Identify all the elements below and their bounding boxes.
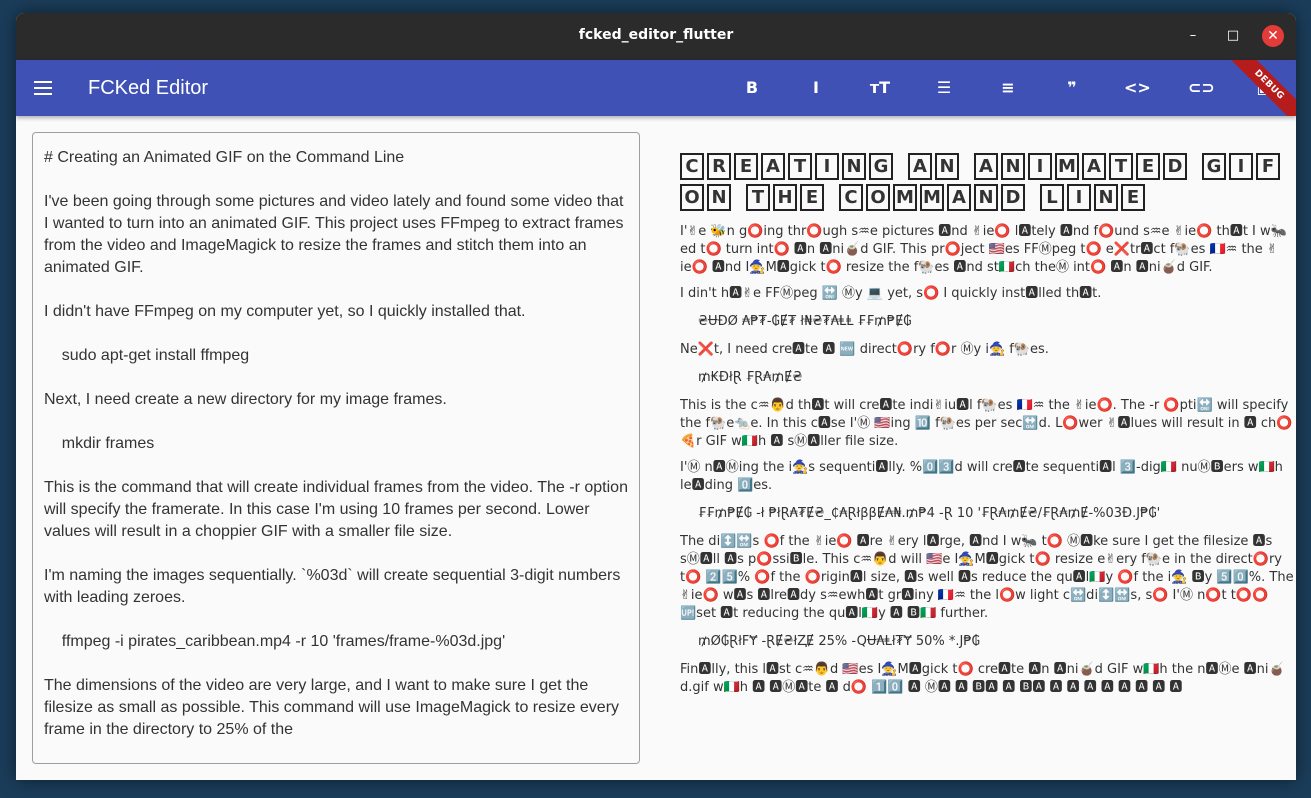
heading-letter-box: R: [707, 153, 731, 180]
preview-paragraph: The di↕️🔛s ⭕f the ✌i͏e⭕ 🅰re ✌ery l🅰rge, …: [680, 534, 1294, 621]
app-title: FCKed Editor: [88, 77, 209, 99]
preview-paragraph: This is the c♒👨d th🅰t will cre🅰te indi✌i…: [680, 398, 1293, 449]
code-icon[interactable]: <>: [1124, 76, 1151, 100]
heading-letter-box: N: [974, 184, 998, 211]
heading-letter-box: D: [1163, 153, 1187, 180]
heading-letter-box: M: [893, 184, 917, 211]
link-icon[interactable]: ⊂⊃: [1188, 76, 1215, 100]
window-titlebar[interactable]: fcked_editor_flutter – □ ✕: [16, 13, 1296, 60]
bulleted-list-icon[interactable]: ☰: [932, 76, 956, 100]
heading-letter-box: C: [680, 153, 704, 180]
preview-paragraph: I'Ⓜ n🅰Ⓜin͏g the i🧙s sequenti🅰lly. %0️⃣3️…: [680, 460, 1283, 493]
heading-letter-box: D: [1001, 184, 1025, 211]
heading-letter-box: T: [788, 153, 812, 180]
heading-letter-box: M: [1055, 153, 1079, 180]
preview-paragraph: Fin🅰lly, this l🅰st c♒👨d 🇺🇸es I🧙M🅰gick t⭕…: [680, 662, 1285, 695]
maximize-icon[interactable]: □: [1222, 25, 1244, 47]
heading-letter-box: A: [974, 153, 998, 180]
heading-letter-box: G: [869, 153, 893, 180]
heading-letter-box: E: [734, 153, 758, 180]
format-quote-icon[interactable]: ❞: [1060, 76, 1084, 100]
preview-paragraph: Ne❌t, I need cre🅰te 🅰 🆕 direct⭕ry f⭕r Ⓜy…: [680, 342, 1049, 357]
numbered-list-icon[interactable]: ≡: [996, 76, 1020, 100]
heading-word: ANIMATED: [974, 153, 1190, 180]
heading-letter-box: N: [1001, 153, 1025, 180]
heading-letter-box: G: [1202, 153, 1226, 180]
preview-code-block: ₣₣₥₱Ɇ₲ -ł ₱łⱤ₳₮Ɇ₴_₵₳ⱤłββɆ₳₦.₥₱4 -Ɽ 10 '₣…: [698, 506, 1161, 521]
close-icon[interactable]: ✕: [1262, 25, 1284, 47]
heading-letter-box: I: [1067, 184, 1091, 211]
heading-letter-box: N: [707, 184, 731, 211]
format-bold-icon[interactable]: B: [740, 76, 764, 100]
heading-letter-box: E: [1136, 153, 1160, 180]
minimize-icon[interactable]: –: [1182, 25, 1204, 47]
heading-letter-box: T: [746, 184, 770, 211]
app-bar: FCKed Editor BIтT☰≡❞<>⊂⊃▣ DEBUG: [16, 60, 1296, 116]
heading-letter-box: E: [800, 184, 824, 211]
heading-word: THE: [746, 184, 827, 211]
heading-letter-box: H: [773, 184, 797, 211]
heading-letter-box: N: [1094, 184, 1118, 211]
heading-letter-box: I: [1229, 153, 1253, 180]
preview-body: I'✌e 🐝n g⭕in͏g thr⭕ugh s♒e pictures 🅰nd …: [680, 223, 1296, 697]
preview-code-block: ₥₭ĐłⱤ ₣Ɽ₳₥Ɇ₴: [698, 370, 803, 385]
heading-letter-box: C: [839, 184, 863, 211]
heading-letter-box: L: [1040, 184, 1064, 211]
heading-letter-box: A: [908, 153, 932, 180]
preview-paragraph: I'✌e 🐝n g⭕in͏g thr⭕ugh s♒e pictures 🅰nd …: [680, 224, 1287, 275]
app-window: fcked_editor_flutter – □ ✕ FCKed Editor …: [16, 13, 1296, 780]
heading-letter-box: T: [1109, 153, 1133, 180]
heading-letter-box: A: [1082, 153, 1106, 180]
heading-word: CREATING: [680, 153, 896, 180]
preview-code-block: ₴ɄĐØ ₳₱₮-₲Ɇ₮ ł₦₴₮₳ⱠⱠ ₣₣₥₱Ɇ₲: [698, 314, 912, 329]
heading-word: COMMAND: [839, 184, 1028, 211]
menu-icon[interactable]: [34, 78, 54, 98]
markdown-preview: C R E A T I N G A N A N I M A T E D G I FO N T H E C O M M A N D L I N E I'…: [680, 149, 1296, 780]
preview-code-block: ₥Ø₲ⱤłFɎ -ⱤɆ₴łⱫɆ 25% -QɄ₳Ⱡł₮Ɏ 50% *.J₱₲: [698, 634, 980, 649]
heading-letter-box: O: [866, 184, 890, 211]
heading-letter-box: N: [842, 153, 866, 180]
debug-banner: DEBUG: [1223, 60, 1296, 116]
heading-letter-box: F: [1256, 153, 1280, 180]
heading-letter-box: I: [815, 153, 839, 180]
format-italic-icon[interactable]: I: [804, 76, 828, 100]
heading-word: LINE: [1040, 184, 1148, 211]
window-title: fcked_editor_flutter: [578, 27, 734, 43]
preview-heading: C R E A T I N G A N A N I M A T E D G I FO N T H E C O M M A N D L I N E: [680, 153, 1296, 215]
heading-word: AN: [908, 153, 962, 180]
heading-word: GIF: [1202, 153, 1283, 180]
heading-word: ON: [680, 184, 734, 211]
markdown-editor[interactable]: # Creating an Animated GIF on the Comman…: [32, 132, 640, 764]
heading-letter-box: E: [1121, 184, 1145, 211]
preview-paragraph: I d͏i͏n't h🅰✌e FFⓂpeg 🔛 Ⓜy 💻 yet, s⭕ I q…: [680, 286, 1102, 301]
editor-textarea[interactable]: # Creating an Animated GIF on the Comman…: [44, 147, 628, 741]
format-size-icon[interactable]: тT: [868, 76, 892, 100]
heading-letter-box: A: [947, 184, 971, 211]
heading-letter-box: N: [935, 153, 959, 180]
heading-letter-box: A: [761, 153, 785, 180]
heading-letter-box: O: [680, 184, 704, 211]
heading-letter-box: M: [920, 184, 944, 211]
heading-letter-box: I: [1028, 153, 1052, 180]
